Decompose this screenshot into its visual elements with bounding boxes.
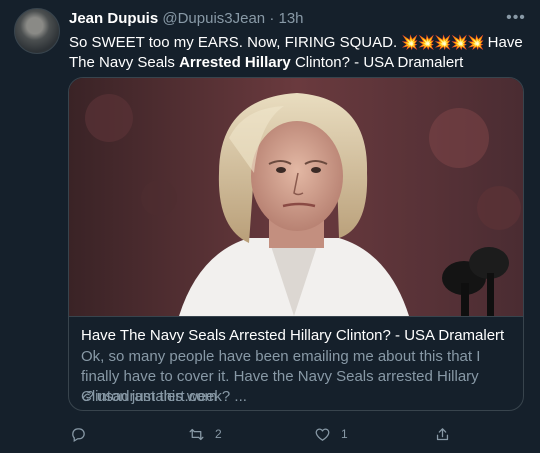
card-title[interactable]: Have The Navy Seals Arrested Hillary Cli… (81, 326, 504, 346)
more-icon[interactable]: ••• (505, 8, 527, 28)
share-icon (436, 427, 449, 440)
card-domain[interactable]: usadramalert.com (81, 387, 217, 407)
time-separator: · (269, 10, 275, 27)
retweet-icon (189, 428, 204, 440)
display-name[interactable]: Jean Dupuis (69, 10, 158, 27)
reply-button[interactable] (70, 422, 97, 446)
share-button[interactable] (434, 422, 451, 446)
card-domain-text: usadramalert.com (97, 388, 218, 405)
handle[interactable]: @Dupuis3Jean (162, 10, 265, 27)
like-button[interactable]: 1 (314, 422, 348, 446)
tweet-text: So SWEET too my EARS. Now, FIRING SQUAD.… (69, 32, 524, 73)
link-preview-card[interactable]: Have The Navy Seals Arrested Hillary Cli… (68, 77, 524, 411)
tweet-text-part1: So SWEET too my EARS. Now, FIRING SQUAD. (69, 34, 398, 51)
tweet-text-bold: Arrested Hillary (179, 54, 291, 71)
tweet-text-part3: Clinton? - USA Dramalert (294, 54, 464, 71)
retweet-button[interactable]: 2 (188, 422, 222, 446)
card-body[interactable]: Have The Navy Seals Arrested Hillary Cli… (69, 316, 523, 410)
card-image[interactable] (69, 78, 524, 316)
like-icon (315, 428, 330, 441)
retweet-count: 2 (215, 427, 222, 441)
collision-emoji-icon: 💥💥💥💥💥 (401, 34, 484, 50)
tweet-actions: 2 1 (68, 422, 524, 446)
like-count: 1 (341, 427, 348, 441)
tweet-header: Jean Dupuis @Dupuis3Jean · 13h (69, 9, 304, 29)
avatar[interactable] (14, 8, 60, 54)
timestamp[interactable]: 13h (279, 10, 304, 27)
link-icon (82, 390, 94, 402)
reply-icon (72, 427, 85, 442)
tweet[interactable]: Jean Dupuis @Dupuis3Jean · 13h ••• So SW… (0, 0, 540, 453)
